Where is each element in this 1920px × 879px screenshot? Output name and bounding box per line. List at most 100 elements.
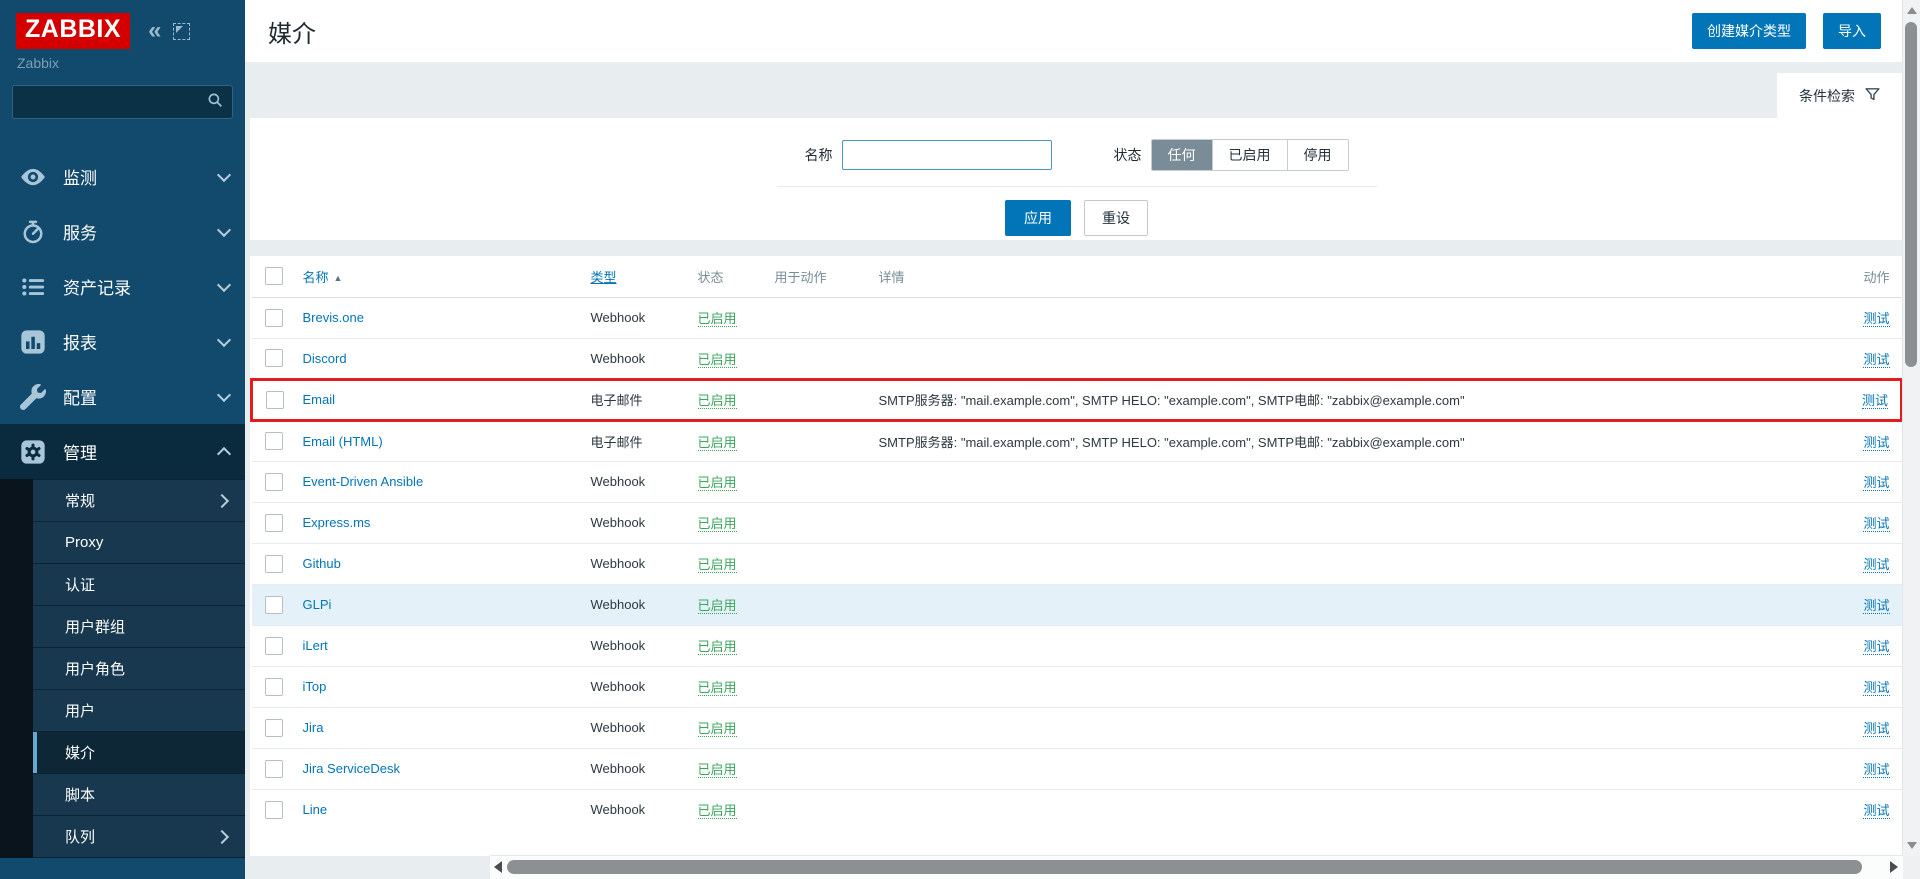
test-link[interactable]: 测试 [1863,762,1889,778]
submenu-item-label: 用户 [65,700,227,721]
row-checkbox[interactable] [265,801,283,819]
submenu-item-认证[interactable]: 认证 [33,564,245,606]
test-link[interactable]: 测试 [1863,435,1889,451]
submenu-item-媒介[interactable]: 媒介 [33,732,245,774]
page-header: 媒介 创建媒介类型 导入 [245,0,1920,62]
filter-tab[interactable]: 条件检索 [1777,73,1903,118]
media-type-name-link[interactable]: iTop [303,679,327,694]
status-enabled-link[interactable]: 已启用 [698,311,737,327]
status-enabled-link[interactable]: 已启用 [698,680,737,696]
row-checkbox[interactable] [265,514,283,532]
sidebar-collapse-icon[interactable]: « [148,19,161,43]
sidebar-item-stopwatch[interactable]: 服务 [0,204,245,259]
sidebar-item-bar-chart[interactable]: 报表 [0,314,245,369]
sidebar-item-gear[interactable]: 管理 [0,424,245,479]
status-enabled-link[interactable]: 已启用 [698,557,737,573]
test-link[interactable]: 测试 [1862,393,1888,409]
row-checkbox[interactable] [265,473,283,491]
import-button[interactable]: 导入 [1823,13,1881,49]
scroll-up-arrow-icon[interactable] [1907,7,1917,14]
select-all-checkbox[interactable] [265,267,283,285]
media-type-name-link[interactable]: GLPi [303,597,332,612]
status-enabled-link[interactable]: 已启用 [698,435,737,451]
column-header-type[interactable]: 类型 [586,256,693,297]
submenu-item-用户群组[interactable]: 用户群组 [33,606,245,648]
row-checkbox[interactable] [265,555,283,573]
status-enabled-link[interactable]: 已启用 [698,475,737,491]
used-in-actions-cell [770,543,874,584]
reset-button[interactable]: 重设 [1084,200,1148,236]
media-type-name-link[interactable]: Email (HTML) [303,434,383,449]
status-option-任何[interactable]: 任何 [1152,140,1212,170]
media-type-name-link[interactable]: Github [303,556,341,571]
row-checkbox[interactable] [265,432,283,450]
test-link[interactable]: 测试 [1863,803,1889,819]
test-link[interactable]: 测试 [1863,311,1889,327]
submenu-item-用户[interactable]: 用户 [33,690,245,732]
media-type-name-link[interactable]: Express.ms [303,515,371,530]
media-type-name-link[interactable]: Discord [303,351,347,366]
table-row: Express.ms Webhook 已启用 测试 [252,502,1902,543]
row-checkbox[interactable] [265,349,283,367]
status-enabled-link[interactable]: 已启用 [698,598,737,614]
row-checkbox[interactable] [265,719,283,737]
submenu-item-用户角色[interactable]: 用户角色 [33,648,245,690]
sidebar-item-eye[interactable]: 监测 [0,149,245,204]
row-checkbox[interactable] [265,309,283,327]
row-checkbox[interactable] [265,596,283,614]
zabbix-logo[interactable]: ZABBIX [16,13,130,49]
status-enabled-link[interactable]: 已启用 [698,639,737,655]
row-checkbox[interactable] [265,678,283,696]
row-checkbox[interactable] [266,391,284,409]
sidebar-expand-icon[interactable] [173,23,190,40]
eye-icon [18,162,48,192]
media-types-table: 名称▲ 类型 状态 用于动作 详情 动作 Brevis.one Webhook … [250,256,1903,830]
vertical-scrollbar[interactable] [1902,0,1920,856]
horizontal-scrollbar[interactable] [490,855,1903,879]
media-type-name-link[interactable]: Line [303,802,328,817]
status-option-已启用[interactable]: 已启用 [1212,140,1287,170]
row-checkbox[interactable] [265,637,283,655]
status-enabled-link[interactable]: 已启用 [698,352,737,368]
sidebar-item-wrench[interactable]: 配置 [0,369,245,424]
vertical-scrollbar-thumb[interactable] [1905,22,1917,367]
media-type-name-link[interactable]: Email [303,392,336,407]
create-media-type-button[interactable]: 创建媒介类型 [1692,13,1806,49]
submenu-item-队列[interactable]: 队列 [33,816,245,858]
media-type-name-link[interactable]: Jira ServiceDesk [303,761,401,776]
status-enabled-link[interactable]: 已启用 [698,762,737,778]
media-type-name-link[interactable]: iLert [303,638,328,653]
test-link[interactable]: 测试 [1863,516,1889,532]
details-cell [874,707,1840,748]
status-enabled-link[interactable]: 已启用 [698,721,737,737]
scroll-right-arrow-icon[interactable] [1890,861,1898,873]
status-enabled-link[interactable]: 已启用 [698,516,737,532]
test-link[interactable]: 测试 [1863,721,1889,737]
submenu-item-脚本[interactable]: 脚本 [33,774,245,816]
test-link[interactable]: 测试 [1863,639,1889,655]
scroll-down-arrow-icon[interactable] [1907,842,1917,849]
media-type-name-link[interactable]: Event-Driven Ansible [303,474,424,489]
column-header-name[interactable]: 名称▲ [298,256,586,297]
used-in-actions-cell [770,584,874,625]
details-cell [874,297,1840,338]
apply-button[interactable]: 应用 [1005,200,1071,236]
sidebar-search-input[interactable] [12,85,233,119]
test-link[interactable]: 测试 [1863,557,1889,573]
horizontal-scrollbar-thumb[interactable] [507,860,1862,874]
scroll-left-arrow-icon[interactable] [494,861,502,873]
media-type-name-link[interactable]: Brevis.one [303,310,364,325]
submenu-item-Proxy[interactable]: Proxy [33,522,245,564]
sidebar-item-list[interactable]: 资产记录 [0,259,245,314]
test-link[interactable]: 测试 [1863,598,1889,614]
media-type-name-link[interactable]: Jira [303,720,324,735]
status-option-停用[interactable]: 停用 [1287,140,1348,170]
test-link[interactable]: 测试 [1863,680,1889,696]
row-checkbox[interactable] [265,760,283,778]
status-enabled-link[interactable]: 已启用 [698,393,737,409]
test-link[interactable]: 测试 [1863,475,1889,491]
submenu-item-常规[interactable]: 常规 [33,479,245,522]
status-enabled-link[interactable]: 已启用 [698,803,737,819]
name-filter-input[interactable] [842,140,1052,170]
test-link[interactable]: 测试 [1863,352,1889,368]
